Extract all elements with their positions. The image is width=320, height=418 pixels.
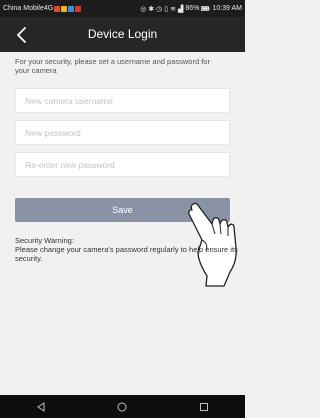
battery-icon: [201, 6, 211, 11]
security-warning-body: Please change your camera's password reg…: [15, 245, 238, 263]
back-arrow-icon: [17, 27, 26, 43]
page-title: Device Login: [87, 27, 158, 41]
system-back-button[interactable]: [30, 399, 52, 415]
carrier-label: China Mobile4G: [3, 5, 54, 12]
nav-recents-square-icon: [200, 402, 209, 411]
location-icon: ◎: [140, 5, 147, 13]
status-bar-right: ◎ ✱ ◷ ▯ ≋ ▟ 86% 10:39 AM: [140, 5, 242, 13]
notification-app-icon: [54, 5, 61, 12]
system-recents-button[interactable]: [193, 399, 215, 415]
nav-home-circle-icon: [117, 402, 127, 411]
notification-app-icon: [61, 5, 68, 12]
security-intro-text: For your security, please set a username…: [15, 57, 210, 75]
vibrate-icon: ▯: [164, 5, 169, 13]
bluetooth-icon: ✱: [148, 5, 155, 13]
security-warning-title: Security Warning:: [15, 236, 74, 245]
wifi-icon: ≋: [170, 5, 177, 13]
notification-app-icon: [75, 5, 82, 12]
signal-icon: ▟: [178, 5, 184, 13]
security-warning: Security Warning: Please change your cam…: [15, 236, 243, 263]
status-bar: China Mobile4G ◎ ✱ ◷ ▯ ≋ ▟ 86% 10:39 AM: [0, 0, 245, 17]
alarm-icon: ◷: [156, 5, 163, 13]
notification-app-icon: [68, 5, 75, 12]
clock-time: 10:39 AM: [212, 5, 242, 12]
username-input[interactable]: [15, 88, 230, 113]
system-home-button[interactable]: [111, 399, 133, 415]
battery-percent: 86%: [185, 5, 200, 12]
confirm-password-input[interactable]: [15, 152, 230, 177]
system-navigation-bar: [0, 395, 245, 418]
nav-back-triangle-icon: [36, 401, 45, 412]
back-button[interactable]: [10, 21, 34, 48]
new-password-input[interactable]: [15, 120, 230, 145]
app-header: Device Login: [0, 17, 245, 52]
status-bar-left: China Mobile4G: [3, 5, 82, 12]
